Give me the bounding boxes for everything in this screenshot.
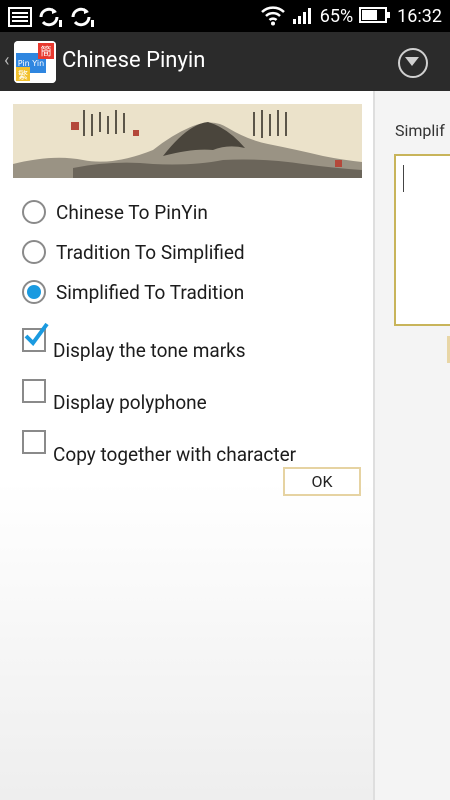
options-panel: Chinese To PinYin Tradition To Simplifie… <box>0 91 373 800</box>
conversion-panel: Simplif <box>375 91 450 800</box>
battery-icon <box>359 6 391 28</box>
chevron-down-icon <box>405 57 419 66</box>
sync-icon <box>70 6 96 32</box>
checkbox-copy-with-character[interactable] <box>22 430 46 454</box>
checkbox-tone-marks[interactable] <box>22 322 49 352</box>
signal-icon <box>292 5 314 29</box>
svg-text:簡: 簡 <box>41 44 52 58</box>
status-bar: 65% 16:32 <box>0 0 450 32</box>
svg-text:繁: 繁 <box>18 69 28 82</box>
wifi-icon <box>260 4 286 30</box>
checkmark-icon <box>24 322 49 346</box>
radio-row-chinese-to-pinyin[interactable]: Chinese To PinYin <box>22 200 208 224</box>
radio-row-simplified-to-tradition[interactable]: Simplified To Tradition <box>22 280 244 304</box>
sync-icon <box>38 6 64 32</box>
checkbox-label-copy-with-character: Copy together with character <box>53 443 297 466</box>
app-logo-icon[interactable]: 簡 Pin Yin 繁 <box>14 41 56 83</box>
back-caret-icon[interactable]: ‹ <box>4 50 9 71</box>
app-title: Chinese Pinyin <box>62 48 206 73</box>
clock: 16:32 <box>397 6 442 27</box>
overflow-menu-button[interactable] <box>398 48 428 78</box>
conversion-label: Simplif <box>395 121 445 140</box>
gallery-notification-icon <box>8 7 32 31</box>
radio-label-chinese-to-pinyin: Chinese To PinYin <box>56 200 208 224</box>
checkbox-label-polyphone: Display polyphone <box>53 391 207 414</box>
radio-label-tradition-to-simplified: Tradition To Simplified <box>56 240 245 264</box>
radio-tradition-to-simplified[interactable] <box>22 240 46 264</box>
conversion-input[interactable] <box>394 154 450 326</box>
text-cursor <box>403 165 404 192</box>
checkbox-label-tone-marks: Display the tone marks <box>53 339 246 362</box>
action-bar: ‹ 簡 Pin Yin 繁 Chinese Pinyin <box>0 32 450 91</box>
radio-simplified-to-tradition[interactable] <box>22 280 46 304</box>
ok-button[interactable]: OK <box>283 467 361 496</box>
svg-text:Pin Yin: Pin Yin <box>18 59 44 68</box>
battery-percent: 65% <box>319 6 354 27</box>
landscape-painting-banner <box>13 104 362 178</box>
checkbox-polyphone[interactable] <box>22 379 46 403</box>
radio-row-tradition-to-simplified[interactable]: Tradition To Simplified <box>22 240 245 264</box>
radio-label-simplified-to-tradition: Simplified To Tradition <box>56 280 245 304</box>
radio-chinese-to-pinyin[interactable] <box>22 200 46 224</box>
